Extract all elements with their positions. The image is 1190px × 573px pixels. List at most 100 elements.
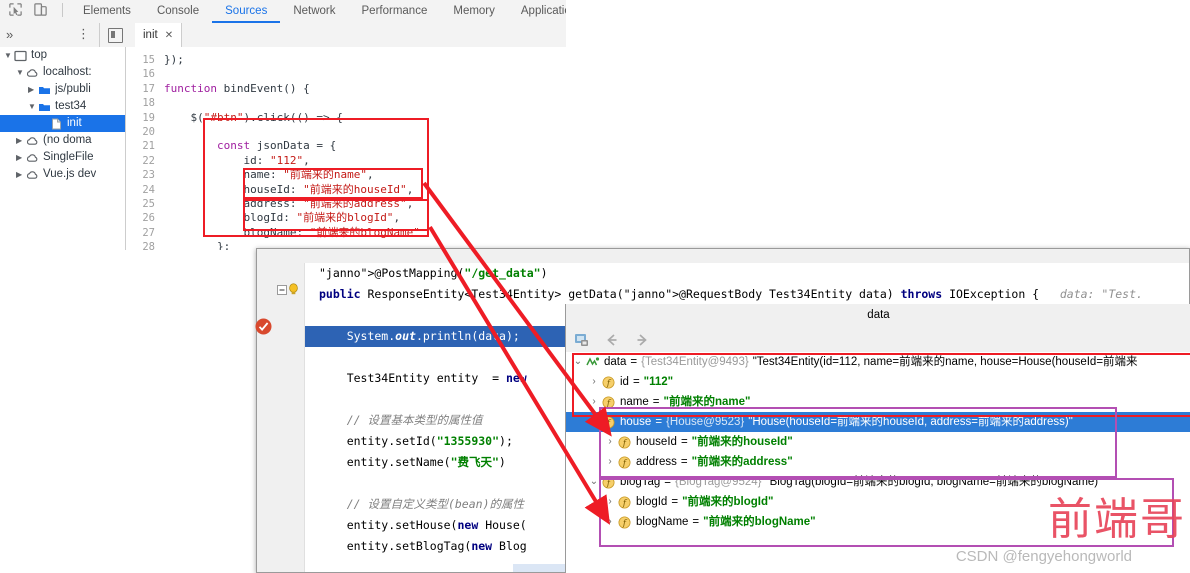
variable-row-id[interactable]: › f id = "112"	[566, 372, 1190, 392]
variable-name: address	[636, 456, 677, 468]
device-toolbar-icon[interactable]	[33, 2, 48, 17]
variable-row-house[interactable]: f house = {House@9523} "House(houseId=前端来的ho…	[566, 412, 1190, 432]
evaluate-expression-icon[interactable]	[574, 332, 590, 348]
tree-item-top[interactable]: ▼ top	[0, 47, 125, 64]
tree-item-label: test34	[55, 100, 87, 112]
chevron-down-icon[interactable]: ▼	[16, 64, 26, 81]
variable-value: "House(houseId=前端来的houseId, address=前端来的…	[748, 416, 1073, 428]
chevron-down-icon[interactable]: ▼	[4, 47, 14, 64]
cloud-icon	[26, 67, 39, 79]
folder-icon	[38, 84, 51, 96]
tab-network[interactable]: Network	[280, 0, 348, 23]
more-tabs-icon[interactable]: »	[6, 27, 13, 42]
chevron-right-icon[interactable]: ▶	[16, 166, 26, 183]
tab-elements[interactable]: Elements	[70, 0, 144, 23]
variable-name: blogName	[636, 516, 689, 528]
cloud-icon	[26, 135, 39, 147]
tree-item-test34[interactable]: ▼ test34	[0, 98, 125, 115]
chevron-right-icon[interactable]: ▶	[28, 81, 38, 98]
tree-item-label: Vue.js dev	[43, 168, 97, 180]
equals-sign: =	[680, 436, 688, 448]
code-line: blogName: "前端来的blogName"	[164, 225, 420, 239]
chevron-right-icon[interactable]: ›	[586, 372, 602, 392]
tree-item-js-publi[interactable]: ▶ js/publi	[0, 81, 125, 98]
chevron-down-icon[interactable]: ▼	[28, 98, 38, 115]
equals-sign: =	[680, 456, 688, 468]
tree-item-label: js/publi	[55, 83, 91, 95]
file-tab-init[interactable]: init ✕	[135, 23, 183, 47]
tree-item-init[interactable]: init	[0, 115, 125, 132]
variable-value: "前端来的address"	[691, 456, 793, 468]
devtools-empty-right	[566, 0, 1190, 250]
tree-item-no-doma[interactable]: ▶ (no doma	[0, 132, 125, 149]
variable-reference: {BlogTag@9524}	[675, 476, 762, 488]
equals-sign: =	[692, 516, 700, 528]
inspect-icon[interactable]	[8, 2, 23, 17]
line-number: 21	[142, 140, 155, 153]
code-line: });	[164, 53, 184, 66]
variable-reference: {Test34Entity@9493}	[641, 356, 749, 368]
field-icon: f	[602, 396, 615, 409]
fold-icon[interactable]	[277, 283, 287, 295]
sources-navigator-tree[interactable]: ▼ top ▼ localhost: ▶ js/publi ▼ test34 init ▶ (no …	[0, 47, 126, 250]
equals-sign: =	[671, 496, 679, 508]
tree-item-vue-js-dev[interactable]: ▶ Vue.js dev	[0, 166, 125, 183]
variable-value: "前端来的houseId"	[691, 436, 793, 448]
variable-row-houseid[interactable]: › f houseId = "前端来的houseId"	[566, 432, 1190, 452]
variable-row-address[interactable]: › f address = "前端来的address"	[566, 452, 1190, 472]
chevron-right-icon[interactable]: ›	[602, 512, 618, 532]
variable-value: "前端来的blogName"	[703, 516, 816, 528]
tree-item-singlefile[interactable]: ▶ SingleFile	[0, 149, 125, 166]
source-code-text[interactable]: }); function bindEvent() { $("#btn").cli…	[164, 53, 420, 250]
folder-icon	[38, 101, 51, 113]
idea-top-strip	[257, 249, 1189, 263]
chevron-right-icon[interactable]: ›	[602, 452, 618, 472]
chevron-right-icon[interactable]: ▶	[16, 132, 26, 149]
tab-sources[interactable]: Sources	[212, 0, 280, 23]
line-number: 25	[142, 197, 155, 210]
chevron-down-icon[interactable]: ⌄	[586, 472, 602, 492]
devtools-toolbar-icons	[8, 2, 67, 17]
tab-performance[interactable]: Performance	[349, 0, 441, 23]
breakpoint-icon[interactable]	[255, 318, 272, 335]
equals-sign: =	[664, 476, 672, 488]
variable-value: "前端来的name"	[663, 396, 751, 408]
chevron-right-icon[interactable]: ›	[602, 432, 618, 452]
close-icon[interactable]: ✕	[165, 30, 173, 41]
idea-code-line: "janno">@PostMapping("/get_data")	[319, 266, 548, 280]
tab-console[interactable]: Console	[144, 0, 212, 23]
more-options-icon[interactable]: ⋮	[77, 26, 90, 42]
line-number: 23	[142, 169, 155, 182]
variable-value: "Test34Entity(id=112, name=前端来的name, hou…	[752, 356, 1138, 368]
line-number: 19	[142, 111, 155, 124]
tree-item-label: top	[31, 49, 47, 61]
subtoolbar-divider	[99, 23, 100, 47]
bulb-icon[interactable]	[287, 282, 300, 296]
chevron-right-icon[interactable]: ▶	[16, 149, 26, 166]
file-icon	[50, 118, 63, 130]
chevron-right-icon[interactable]: ›	[602, 492, 618, 512]
tree-item-label: localhost:	[43, 66, 92, 78]
code-line: houseId: "前端来的houseId",	[164, 182, 414, 196]
file-tab-label: init	[143, 29, 158, 41]
tab-memory[interactable]: Memory	[440, 0, 508, 23]
toggle-navigator-icon[interactable]	[108, 28, 123, 43]
line-number: 16	[142, 68, 155, 81]
tree-item-localhost[interactable]: ▼ localhost:	[0, 64, 125, 81]
debugger-toolbar	[566, 327, 1190, 352]
idea-code-line: public ResponseEntity<Test34Entity> getD…	[319, 287, 1143, 301]
chevron-down-icon[interactable]: ⌄	[570, 352, 586, 372]
forward-arrow-icon[interactable]	[634, 332, 650, 348]
source-code-editor[interactable]: 1516171819202122232425262728293031323334…	[126, 47, 566, 250]
line-number: 24	[142, 183, 155, 196]
variable-row-data[interactable]: ⌄ data = {Test34Entity@9493} "Test34Entity(i…	[566, 352, 1190, 372]
frame-icon	[14, 50, 27, 62]
back-arrow-icon[interactable]	[604, 332, 620, 348]
chevron-right-icon[interactable]: ›	[586, 392, 602, 412]
line-number: 20	[142, 125, 155, 138]
watermark-credit: CSDN @fengyehongworld	[955, 548, 1132, 565]
variable-row-name[interactable]: › f name = "前端来的name"	[566, 392, 1190, 412]
idea-gutter[interactable]	[257, 263, 305, 572]
